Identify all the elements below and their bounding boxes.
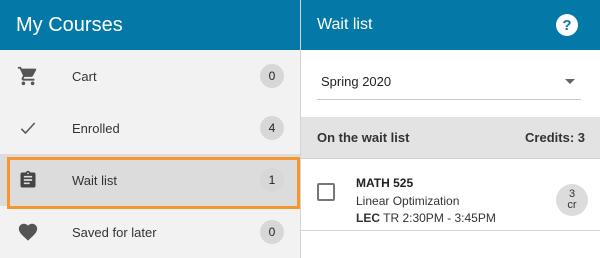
count-badge: 1	[260, 168, 284, 192]
sidebar-item-cart[interactable]: Cart 0	[0, 50, 300, 102]
list-item[interactable]: MATH 525 Linear Optimization LEC TR 2:30…	[301, 159, 600, 231]
sidebar-item-label: Saved for later	[72, 224, 157, 240]
panel-title: Wait list	[317, 16, 373, 33]
course-checkbox[interactable]	[317, 183, 335, 201]
help-icon[interactable]: ?	[556, 14, 578, 36]
section-type: LEC	[356, 211, 380, 225]
credits-badge: 3 cr	[556, 184, 588, 216]
sidebar-header: My Courses	[0, 0, 300, 50]
term-value: Spring 2020	[321, 74, 392, 89]
sidebar-item-label: Wait list	[72, 172, 118, 188]
sidebar-item-enrolled[interactable]: Enrolled 4	[0, 102, 300, 154]
course-schedule: LEC TR 2:30PM - 3:45PM	[356, 211, 496, 225]
course-code: MATH 525	[356, 176, 414, 190]
sidebar-title: My Courses	[16, 13, 123, 36]
chevron-down-icon	[565, 79, 575, 84]
sidebar: My Courses Cart 0 Enrolled 4 Wait list 1	[0, 0, 300, 258]
sidebar-nav: Cart 0 Enrolled 4 Wait list 1 Saved for …	[0, 50, 300, 258]
sidebar-item-label: Cart	[72, 68, 97, 84]
clipboard-icon	[17, 169, 39, 191]
term-select[interactable]: Spring 2020	[317, 64, 581, 100]
meeting-time: TR 2:30PM - 3:45PM	[383, 211, 496, 225]
sidebar-item-wait-list[interactable]: Wait list 1	[0, 154, 300, 209]
check-icon	[17, 117, 39, 139]
wait-list-panel: Wait list ? Spring 2020 On the wait list…	[300, 0, 600, 258]
heart-icon	[17, 221, 39, 243]
count-badge: 0	[260, 220, 284, 244]
count-badge: 4	[260, 116, 284, 140]
course-title: Linear Optimization	[356, 194, 460, 208]
sidebar-item-saved-for-later[interactable]: Saved for later 0	[0, 206, 300, 258]
credit-unit: cr	[567, 199, 577, 211]
sidebar-item-label: Enrolled	[72, 120, 120, 136]
cart-icon	[17, 65, 39, 87]
credits-total: Credits: 3	[525, 130, 585, 145]
wait-list-header: On the wait list Credits: 3	[301, 117, 600, 159]
count-badge: 0	[260, 64, 284, 88]
wait-list-heading: On the wait list	[317, 130, 410, 145]
panel-header: Wait list ?	[301, 0, 600, 50]
